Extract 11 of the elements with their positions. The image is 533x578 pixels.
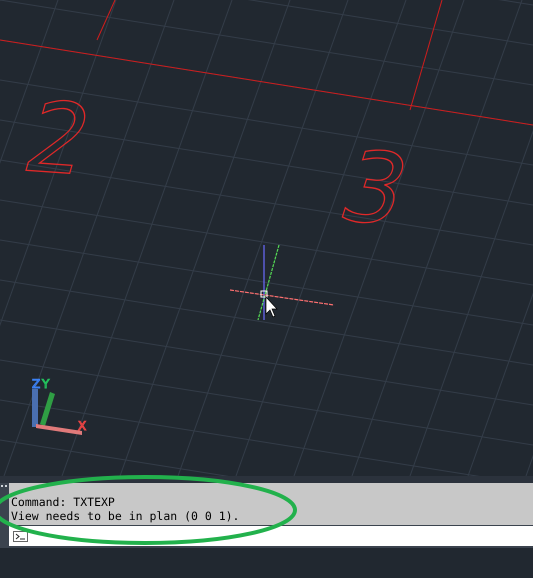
pointer-icon <box>266 296 278 318</box>
exploded-text: 3 <box>327 130 422 248</box>
drawing-viewport[interactable]: 2 3 ZY X <box>0 0 533 476</box>
axis-label: Y <box>42 377 50 391</box>
command-input[interactable] <box>9 526 533 546</box>
axis-label: X <box>78 419 86 433</box>
history-line: View needs to be in plan (0 0 1). <box>11 509 240 523</box>
history-line: Command: TXTEXP <box>11 495 116 509</box>
axis-label: Z <box>32 377 40 391</box>
exploded-text: 2 <box>12 80 104 197</box>
prompt-icon <box>13 530 28 542</box>
